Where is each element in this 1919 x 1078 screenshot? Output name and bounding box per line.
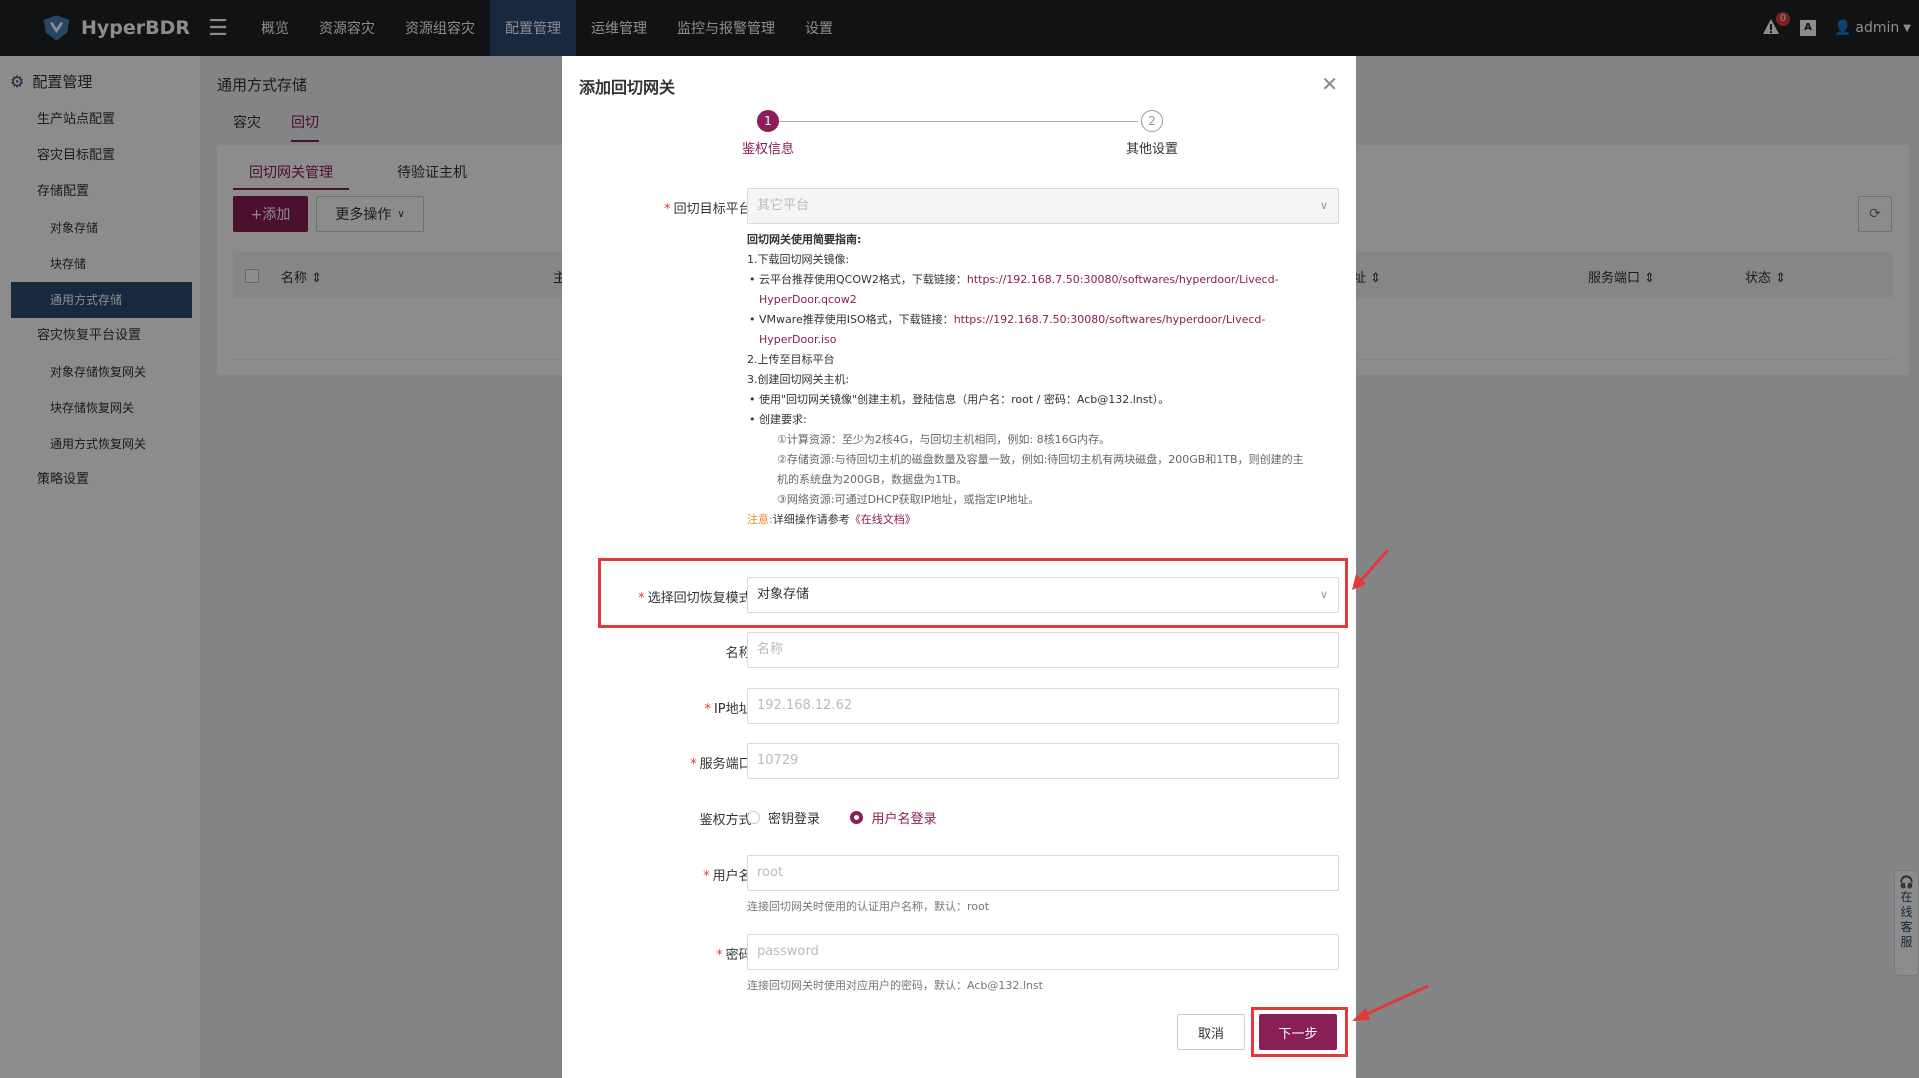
guide-req-compute: ①计算资源：至少为2核4G，与回切主机相同，例如: 8核16G内存。 — [777, 433, 1111, 446]
guide-step-1: 1.下载回切网关镜像: — [747, 253, 850, 266]
guide-req-storage-cont: 机的系统盘为200GB，数据盘为1TB。 — [777, 473, 968, 486]
password-hint: 连接回切网关时使用对应用户的密码，默认：Acb@132.lnst — [747, 979, 1043, 992]
stepper: 1 鉴权信息 2 其他设置 — [562, 110, 1356, 170]
guide-req-network: ③网络资源:可通过DHCP获取IP地址，或指定IP地址。 — [777, 493, 1040, 506]
annotation-arrow-icon — [1352, 549, 1390, 590]
ip-input[interactable]: 192.168.12.62 — [747, 688, 1339, 724]
platform-label: * 回切目标平台: — [664, 202, 756, 217]
online-doc-link[interactable]: 《在线文档》 — [850, 513, 916, 526]
guide-iso: VMware推荐使用ISO格式，下载链接：https://192.168.7.5… — [747, 310, 1347, 330]
guide-step-2: 2.上传至目标平台 — [747, 353, 835, 366]
name-input[interactable]: 名称 — [747, 632, 1339, 668]
chevron-down-icon: ∨ — [1319, 199, 1328, 212]
step-number: 2 — [1141, 110, 1163, 132]
guide-note: 注意:详细操作请参考《在线文档》 — [747, 513, 916, 526]
username-hint: 连接回切网关时使用的认证用户名称，默认：root — [747, 900, 990, 913]
guide-title: 回切网关使用简要指南: — [747, 233, 862, 246]
step-auth: 1 鉴权信息 — [708, 110, 828, 157]
step-number: 1 — [757, 110, 779, 132]
step-label: 鉴权信息 — [741, 142, 794, 157]
usage-guide: 回切网关使用简要指南: 1.下载回切网关镜像: 云平台推荐使用QCOW2格式，下… — [747, 230, 1347, 530]
port-input[interactable]: 10729 — [747, 743, 1339, 779]
radio-circle — [747, 811, 760, 824]
username-input[interactable]: root — [747, 855, 1339, 891]
qcow2-download-link-cont[interactable]: HyperDoor.qcow2 — [747, 290, 1347, 310]
highlight-next-box — [1251, 1007, 1348, 1057]
guide-step-3: 3.创建回切网关主机: — [747, 373, 850, 386]
radio-circle — [850, 811, 864, 824]
step-other: 2 其他设置 — [1092, 110, 1212, 157]
auth-username-radio[interactable]: 用户名登录 — [850, 808, 936, 827]
auth-key-radio[interactable]: 密钥登录 — [747, 808, 820, 827]
guide-requirements: 创建要求: — [747, 410, 1347, 430]
iso-download-link-cont[interactable]: HyperDoor.iso — [747, 330, 1347, 350]
dialog-title: 添加回切网关 — [579, 78, 676, 97]
close-icon[interactable]: ✕ — [1321, 72, 1338, 96]
password-input[interactable]: password — [747, 934, 1339, 970]
highlight-mode-box — [598, 558, 1348, 628]
iso-download-link[interactable]: https://192.168.7.50:30080/softwares/hyp… — [954, 313, 1266, 326]
qcow2-download-link[interactable]: https://192.168.7.50:30080/softwares/hyp… — [967, 273, 1279, 286]
guide-req-storage: ②存储资源:与待回切主机的磁盘数量及容量一致，例如:待回切主机有两块磁盘，200… — [777, 453, 1304, 466]
step-label: 其他设置 — [1125, 142, 1178, 157]
auth-radio-group: 密钥登录 用户名登录 — [747, 808, 962, 828]
platform-select: 其它平台 ∨ — [747, 188, 1339, 224]
annotation-arrow-icon — [1352, 984, 1429, 1021]
cancel-button[interactable]: 取消 — [1177, 1014, 1245, 1050]
guide-qcow2: 云平台推荐使用QCOW2格式，下载链接：https://192.168.7.50… — [747, 270, 1347, 290]
guide-create-host: 使用"回切网关镜像"创建主机，登陆信息（用户名：root / 密码：Acb@13… — [747, 390, 1347, 410]
